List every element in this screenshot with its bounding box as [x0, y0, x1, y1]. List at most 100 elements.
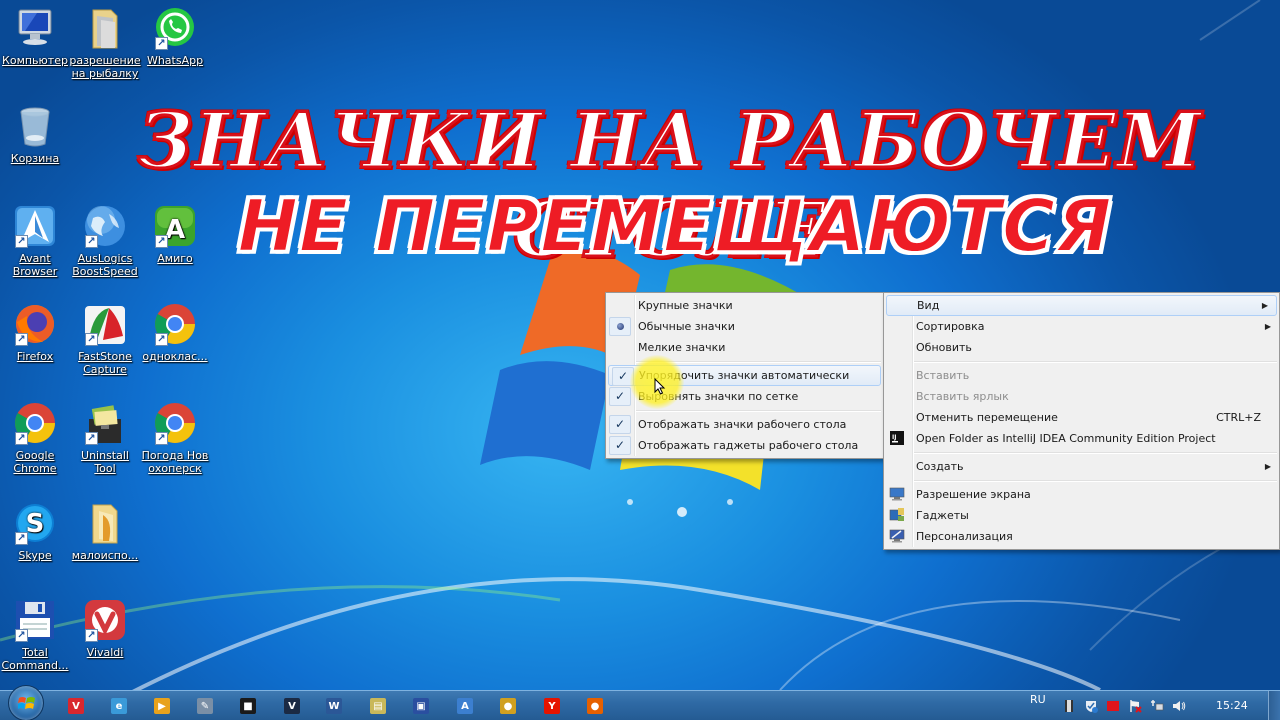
menu-separator [884, 449, 1279, 456]
action-center-flag-icon[interactable] [1128, 699, 1142, 713]
shortcut-arrow-icon: ↗ [15, 532, 28, 545]
desktop-icon-weather[interactable]: ↗ Погода Нов охоперск [139, 401, 211, 475]
firefox-icon: ↗ [13, 302, 57, 346]
windows-logo-icon [18, 697, 35, 709]
shortcut-arrow-icon: ↗ [155, 37, 168, 50]
desktop-icon-whatsapp[interactable]: ↗ WhatsApp [139, 6, 211, 67]
folder-icon [83, 501, 127, 545]
shortcut-arrow-icon: ↗ [15, 432, 28, 445]
desktop-icon-label: Компьютер [2, 54, 68, 67]
menu-separator [606, 358, 883, 365]
menu-item-medium-icons[interactable]: Обычные значки [606, 316, 883, 337]
menu-item-refresh[interactable]: Обновить [884, 337, 1279, 358]
menu-item-show-gadgets[interactable]: ✓ Отображать гаджеты рабочего стола [606, 435, 883, 456]
checkmark-icon: ✓ [609, 415, 631, 434]
desktop-icon-rarely-used[interactable]: малоиспо... [69, 501, 141, 562]
desktop-icon-uninstall-tool[interactable]: ↗ Uninstall Tool [69, 401, 141, 475]
desktop-icon-label: малоиспо... [71, 549, 139, 562]
desktop-icon-label: Firefox [16, 350, 54, 363]
mouse-pointer-icon [654, 378, 666, 395]
clock[interactable]: 15:24 [1216, 691, 1248, 720]
menu-item-new[interactable]: Создать ▶ [884, 456, 1279, 477]
submenu-arrow-icon: ▶ [1261, 301, 1268, 310]
taskbar-word-icon[interactable]: W [326, 698, 342, 714]
folder-icon [83, 6, 127, 50]
volume-icon[interactable] [1172, 699, 1186, 713]
menu-item-label: Open Folder as IntelliJ IDEA Community E… [916, 432, 1216, 445]
taskbar-file-explorer-icon[interactable]: ▤ [370, 698, 386, 714]
menu-item-label: Отображать значки рабочего стола [638, 418, 847, 431]
menu-item-sort[interactable]: Сортировка ▶ [884, 316, 1279, 337]
desktop-icon-faststone[interactable]: ↗ FastStone Capture [69, 302, 141, 376]
taskbar-firefox-icon[interactable]: ● [587, 698, 603, 714]
desktop-icon-skype[interactable]: S ↗ Skype [0, 501, 71, 562]
menu-item-label: Вставить ярлык [916, 390, 1009, 403]
menu-item-label: Крупные значки [638, 299, 733, 312]
film-icon[interactable] [1062, 699, 1076, 713]
menu-item-small-icons[interactable]: Мелкие значки [606, 337, 883, 358]
desktop-icon-total-commander[interactable]: ↗ Total Command... [0, 598, 71, 672]
skype-icon: S ↗ [13, 501, 57, 545]
menu-item-align-to-grid[interactable]: ✓ Выровнять значки по сетке [606, 386, 883, 407]
menu-item-view[interactable]: Вид ▶ [886, 295, 1277, 316]
taskbar-vivaldi-icon[interactable]: V [68, 698, 84, 714]
taskbar-yandex-browser-icon[interactable]: Y [544, 698, 560, 714]
start-button[interactable] [8, 685, 44, 720]
menu-item-undo-move[interactable]: Отменить перемещение CTRL+Z [884, 407, 1279, 428]
menu-separator [884, 477, 1279, 484]
desktop-icon-fishing-permit[interactable]: разрешение на рыбалку [69, 6, 141, 80]
whatsapp-icon: ↗ [153, 6, 197, 50]
checkmark-icon: ✓ [609, 387, 631, 406]
desktop-icon-label: Skype [18, 549, 52, 562]
menu-item-label: Создать [916, 460, 964, 473]
desktop-icon-label: FastStone Capture [78, 350, 132, 376]
taskbar-chrome-icon[interactable]: ● [500, 698, 516, 714]
desktop-icon-vivaldi[interactable]: ↗ Vivaldi [69, 598, 141, 659]
taskbar-total-commander-icon[interactable]: ▣ [413, 698, 429, 714]
menu-item-paste-shortcut: Вставить ярлык [884, 386, 1279, 407]
computer-icon [13, 6, 57, 50]
security-shield-icon[interactable] [1084, 699, 1098, 713]
menu-item-label: Разрешение экрана [916, 488, 1031, 501]
desktop-icon-google-chrome[interactable]: ↗ Google Chrome [0, 401, 71, 475]
submenu-arrow-icon: ▶ [1264, 322, 1271, 331]
menu-separator [884, 358, 1279, 365]
menu-item-show-desktop-icons[interactable]: ✓ Отображать значки рабочего стола [606, 414, 883, 435]
empty-gutter [609, 338, 631, 357]
taskbar-media-player-icon[interactable]: ▶ [154, 698, 170, 714]
desktop-icon-odnoklassniki[interactable]: ↗ одноклас... [139, 302, 211, 363]
red-square-icon[interactable] [1106, 699, 1120, 713]
desktop-icon-label: Total Command... [1, 646, 69, 672]
desktop-icon-computer[interactable]: Компьютер [0, 6, 71, 67]
menu-item-open-intellij[interactable]: IJ Open Folder as IntelliJ IDEA Communit… [884, 428, 1279, 449]
menu-item-screen-resolution[interactable]: Разрешение экрана [884, 484, 1279, 505]
menu-item-label: Обновить [916, 341, 972, 354]
shortcut-arrow-icon: ↗ [15, 333, 28, 346]
intellij-icon: IJ [890, 431, 904, 445]
shortcut-arrow-icon: ↗ [155, 333, 168, 346]
desktop-icon-firefox[interactable]: ↗ Firefox [0, 302, 71, 363]
shortcut-arrow-icon: ↗ [85, 629, 98, 642]
desktop-icon-label: Uninstall Tool [81, 449, 129, 475]
taskbar-avant-browser-icon[interactable]: A [457, 698, 473, 714]
menu-item-personalization[interactable]: Персонализация [884, 526, 1279, 547]
view-submenu: Крупные значки Обычные значки Мелкие зна… [605, 292, 884, 459]
taskbar-paint-tool-icon[interactable]: ✎ [197, 698, 213, 714]
taskbar-internet-explorer-icon[interactable]: e [111, 698, 127, 714]
taskbar-app-v-icon[interactable]: V [284, 698, 300, 714]
network-icon[interactable] [1150, 699, 1164, 713]
desktop-icon-label: одноклас... [142, 350, 208, 363]
show-desktop-button[interactable] [1268, 691, 1280, 720]
tray-language[interactable]: RU [1030, 691, 1046, 720]
chrome-icon: ↗ [153, 401, 197, 445]
taskbar-terminal-icon[interactable]: ■ [240, 698, 256, 714]
menu-item-label: Упорядочить значки автоматически [639, 369, 850, 382]
menu-item-gadgets[interactable]: Гаджеты [884, 505, 1279, 526]
menu-item-large-icons[interactable]: Крупные значки [606, 295, 883, 316]
shortcut-arrow-icon: ↗ [155, 432, 168, 445]
menu-separator [606, 407, 883, 414]
svg-text:IJ: IJ [892, 434, 896, 441]
taskbar: Ve ▶ ✎ ■ V W ▤ ▣ A ● Y ● RU 15:24 [0, 685, 1280, 720]
shortcut-arrow-icon: ↗ [85, 432, 98, 445]
menu-item-auto-arrange[interactable]: ✓ Упорядочить значки автоматически [608, 365, 881, 386]
